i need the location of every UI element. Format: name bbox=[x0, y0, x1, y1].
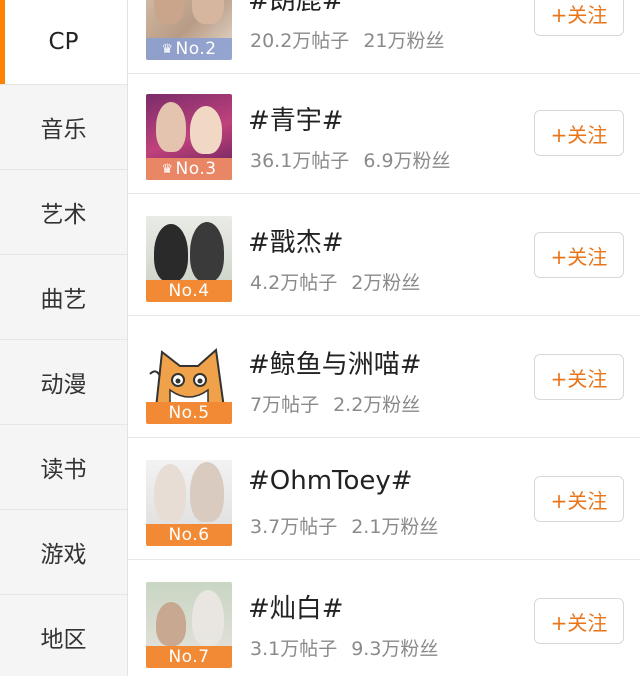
ranking-list: ♛ No.2 #朗鹿# 20.2万帖子 21万粉丝 +关注 ♛ No.3 #青宇# 3… bbox=[128, 0, 640, 676]
post-count: 3.1万帖子 bbox=[250, 638, 338, 660]
sidebar-item-label: 游戏 bbox=[40, 542, 87, 568]
post-count: 4.2万帖子 bbox=[250, 272, 338, 294]
topic-name[interactable]: #戬杰# bbox=[248, 222, 344, 259]
fan-count: 9.3万粉丝 bbox=[351, 638, 439, 660]
follow-button[interactable]: +关注 bbox=[534, 110, 624, 156]
post-count: 20.2万帖子 bbox=[250, 30, 350, 52]
sidebar-item-label: 读书 bbox=[40, 457, 87, 483]
sidebar-item-label: 艺术 bbox=[40, 202, 87, 228]
crown-icon: ♛ bbox=[161, 41, 174, 57]
topic-name[interactable]: #鲸鱼与洲喵# bbox=[248, 344, 422, 381]
sidebar-item-region[interactable]: 地区 bbox=[0, 595, 127, 676]
sidebar-item-label: 曲艺 bbox=[40, 287, 87, 313]
rank-badge: No.4 bbox=[146, 280, 232, 302]
sidebar-item-label: CP bbox=[48, 29, 79, 55]
avatar: ♛ No.3 bbox=[146, 94, 232, 180]
avatar: No.5 bbox=[146, 338, 232, 424]
sidebar-item-anime[interactable]: 动漫 bbox=[0, 340, 127, 425]
crown-icon: ♛ bbox=[161, 161, 174, 177]
list-item[interactable]: No.4 #戬杰# 4.2万帖子 2万粉丝 +关注 bbox=[128, 196, 640, 316]
topic-stats: 3.1万帖子 9.3万粉丝 bbox=[250, 634, 438, 661]
follow-button[interactable]: +关注 bbox=[534, 232, 624, 278]
topic-stats: 36.1万帖子 6.9万粉丝 bbox=[250, 146, 451, 173]
rank-badge: No.6 bbox=[146, 524, 232, 546]
list-item[interactable]: No.6 #OhmToey# 3.7万帖子 2.1万粉丝 +关注 bbox=[128, 440, 640, 560]
sidebar-item-cp[interactable]: CP bbox=[0, 0, 127, 85]
post-count: 7万帖子 bbox=[250, 394, 320, 416]
fan-count: 6.9万粉丝 bbox=[363, 150, 451, 172]
avatar: No.6 bbox=[146, 460, 232, 546]
sidebar-item-reading[interactable]: 读书 bbox=[0, 425, 127, 510]
sidebar-item-label: 音乐 bbox=[40, 117, 87, 143]
topic-stats: 4.2万帖子 2万粉丝 bbox=[250, 268, 420, 295]
topic-stats: 7万帖子 2.2万粉丝 bbox=[250, 390, 420, 417]
list-item[interactable]: ♛ No.3 #青宇# 36.1万帖子 6.9万粉丝 +关注 bbox=[128, 74, 640, 194]
rank-badge: No.7 bbox=[146, 646, 232, 668]
avatar: No.4 bbox=[146, 216, 232, 302]
rank-badge: ♛ No.3 bbox=[146, 158, 232, 180]
rank-badge: ♛ No.2 bbox=[146, 38, 232, 60]
follow-button[interactable]: +关注 bbox=[534, 354, 624, 400]
post-count: 36.1万帖子 bbox=[250, 150, 350, 172]
fan-count: 21万粉丝 bbox=[363, 30, 445, 52]
avatar: No.7 bbox=[146, 582, 232, 668]
follow-button[interactable]: +关注 bbox=[534, 0, 624, 36]
list-item[interactable]: ♛ No.2 #朗鹿# 20.2万帖子 21万粉丝 +关注 bbox=[128, 0, 640, 74]
topic-name[interactable]: #OhmToey# bbox=[248, 466, 413, 496]
post-count: 3.7万帖子 bbox=[250, 516, 338, 538]
category-sidebar: CP 音乐 艺术 曲艺 动漫 读书 游戏 地区 bbox=[0, 0, 128, 676]
topic-name[interactable]: #青宇# bbox=[248, 100, 344, 137]
sidebar-item-quyi[interactable]: 曲艺 bbox=[0, 255, 127, 340]
list-item[interactable]: No.7 #灿白# 3.1万帖子 9.3万粉丝 +关注 bbox=[128, 562, 640, 676]
topic-name[interactable]: #朗鹿# bbox=[248, 0, 344, 17]
rank-badge: No.5 bbox=[146, 402, 232, 424]
topic-stats: 3.7万帖子 2.1万粉丝 bbox=[250, 512, 438, 539]
list-item[interactable]: No.5 #鲸鱼与洲喵# 7万帖子 2.2万粉丝 +关注 bbox=[128, 318, 640, 438]
sidebar-item-label: 地区 bbox=[40, 627, 87, 653]
cp-ranking-screen: CP 音乐 艺术 曲艺 动漫 读书 游戏 地区 ♛ No.2 #朗鹿# 20.2万… bbox=[0, 0, 640, 676]
sidebar-item-label: 动漫 bbox=[40, 372, 87, 398]
topic-name[interactable]: #灿白# bbox=[248, 588, 344, 625]
fan-count: 2万粉丝 bbox=[351, 272, 421, 294]
sidebar-item-games[interactable]: 游戏 bbox=[0, 510, 127, 595]
fan-count: 2.1万粉丝 bbox=[351, 516, 439, 538]
sidebar-item-art[interactable]: 艺术 bbox=[0, 170, 127, 255]
topic-stats: 20.2万帖子 21万粉丝 bbox=[250, 26, 445, 53]
follow-button[interactable]: +关注 bbox=[534, 598, 624, 644]
sidebar-item-music[interactable]: 音乐 bbox=[0, 85, 127, 170]
fan-count: 2.2万粉丝 bbox=[333, 394, 421, 416]
avatar: ♛ No.2 bbox=[146, 0, 232, 60]
follow-button[interactable]: +关注 bbox=[534, 476, 624, 522]
